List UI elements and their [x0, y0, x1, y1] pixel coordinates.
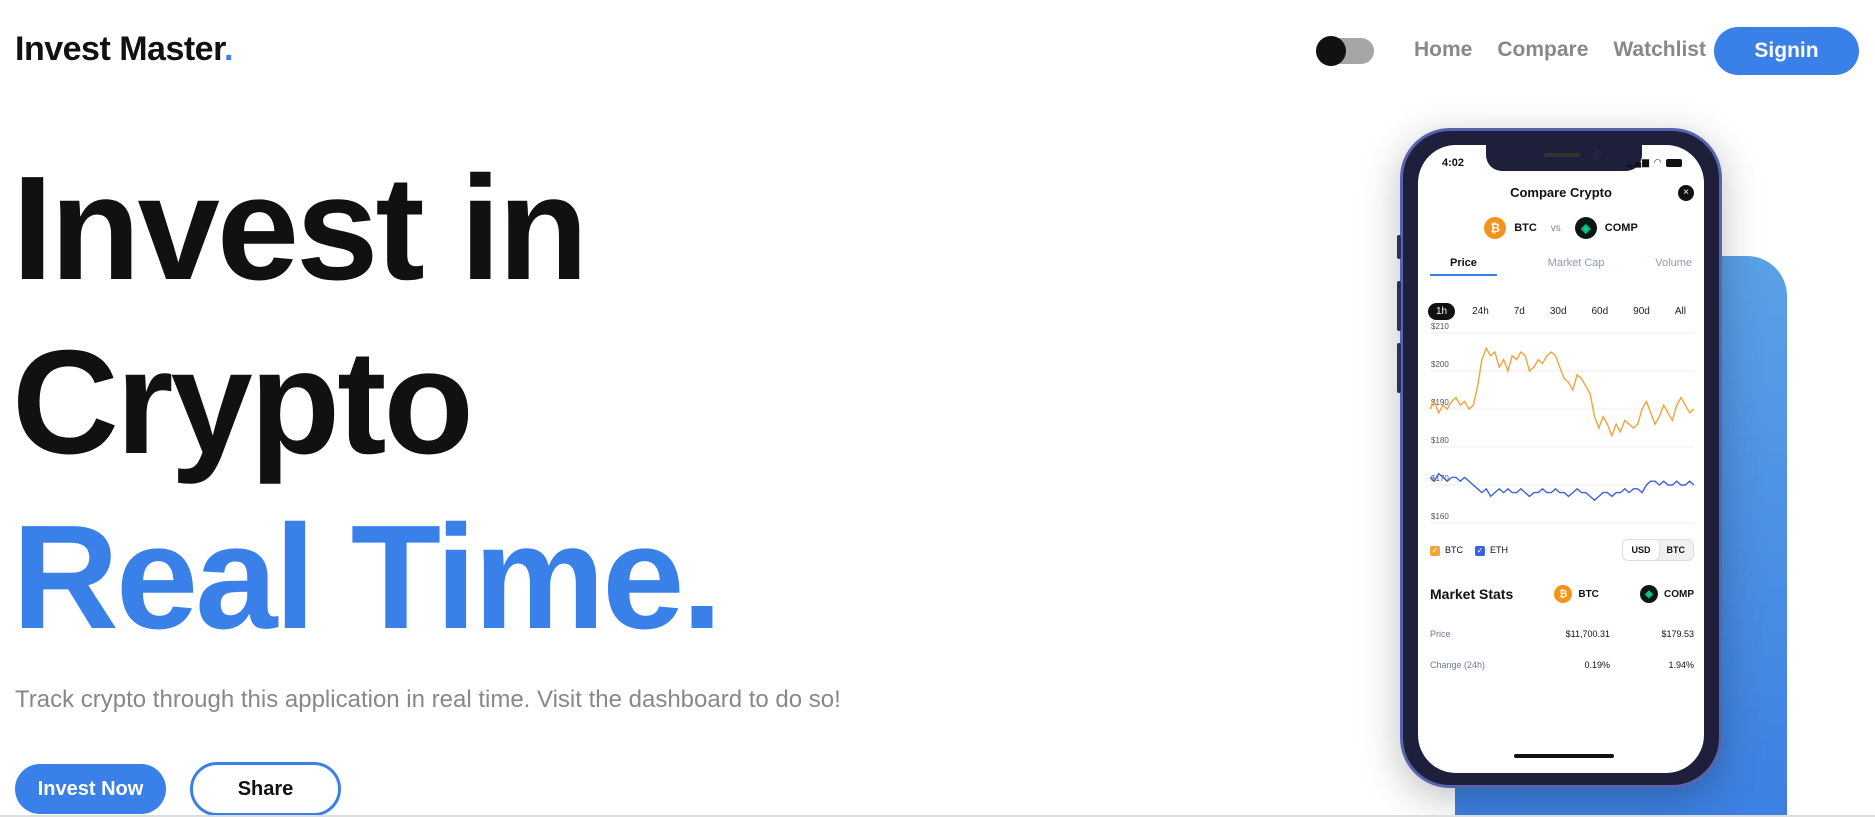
coin-compare-row: ₿ BTC vs ◈ COMP [1418, 217, 1704, 239]
price-chart: $210$200$190$180$170$160 [1429, 323, 1695, 524]
y-tick-label: $180 [1431, 436, 1449, 445]
phone-camera [1592, 150, 1602, 160]
compare-title: Compare Crypto [1510, 185, 1612, 200]
battery-icon [1666, 158, 1682, 167]
currency-usd[interactable]: USD [1623, 540, 1659, 560]
tab-volume[interactable]: Volume [1655, 257, 1692, 276]
nav-link-home[interactable]: Home [1414, 38, 1472, 62]
market-stats-title: Market Stats [1430, 586, 1514, 602]
signin-button[interactable]: Signin [1714, 27, 1859, 75]
status-icons: ▂▄▆ ◠ [1627, 157, 1682, 168]
nav-link-watchlist[interactable]: Watchlist [1613, 38, 1706, 62]
tab-market-cap[interactable]: Market Cap [1548, 257, 1605, 276]
phone-mockup: 4:02 ▂▄▆ ◠ Compare Crypto × ₿ BTC vs ◈ C… [1397, 128, 1722, 788]
phone-screen: 4:02 ▂▄▆ ◠ Compare Crypto × ₿ BTC vs ◈ C… [1418, 145, 1704, 773]
market-stats-coin-b-label: COMP [1663, 588, 1694, 600]
hero-title-line-3: Real Time. [12, 495, 723, 660]
stat-value-b: 1.94% [1668, 660, 1694, 670]
close-icon[interactable]: × [1678, 185, 1694, 201]
hero-title-line-2: Crypto [12, 320, 474, 485]
range-7d[interactable]: 7d [1506, 303, 1533, 320]
range-60d[interactable]: 60d [1584, 303, 1617, 320]
range-1h[interactable]: 1h [1428, 303, 1456, 320]
currency-toggle: USD BTC [1622, 539, 1694, 561]
vs-label: vs [1550, 222, 1561, 234]
stat-value-b: $179.53 [1661, 629, 1694, 639]
coin-a-label[interactable]: BTC [1514, 222, 1537, 234]
theme-toggle[interactable] [1316, 36, 1374, 66]
legend-eth-label: ETH [1490, 545, 1508, 555]
legend-btc-label: BTC [1445, 545, 1463, 555]
chart-tabs: Price Market Cap Volume [1430, 257, 1692, 276]
navbar: Invest Master. Home Compare Watchlist Si… [0, 0, 1875, 102]
checkbox-icon: ✓ [1475, 545, 1485, 556]
nav-links: Home Compare Watchlist [1414, 38, 1706, 62]
theme-toggle-knob [1316, 36, 1346, 66]
phone-mute-button [1397, 235, 1401, 259]
logo[interactable]: Invest Master. [15, 30, 233, 69]
range-30d[interactable]: 30d [1542, 303, 1575, 320]
range-24h[interactable]: 24h [1464, 303, 1497, 320]
stat-value-a: $11,700.31 [1565, 629, 1610, 639]
coin-b-label[interactable]: COMP [1605, 222, 1638, 234]
phone-volume-down-button [1397, 343, 1401, 393]
market-stats-coin-b: ◈ COMP [1639, 585, 1694, 603]
time-range-selector: 1h 24h 7d 30d 60d 90d All [1428, 303, 1694, 320]
checkbox-icon: ✓ [1430, 545, 1440, 556]
btc-icon: ₿ [1554, 585, 1573, 603]
wifi-icon: ◠ [1653, 157, 1663, 167]
comp-icon: ◈ [1639, 585, 1658, 603]
legend-btc[interactable]: ✓ BTC [1430, 545, 1463, 556]
stat-value-a: 0.19% [1584, 660, 1610, 670]
series-line-eth [1429, 472, 1695, 502]
invest-now-button[interactable]: Invest Now [15, 764, 166, 814]
home-indicator [1514, 754, 1614, 758]
range-all[interactable]: All [1667, 303, 1694, 320]
y-tick-label: $210 [1431, 323, 1449, 331]
market-stats-coin-a: ₿ BTC [1554, 585, 1599, 603]
currency-btc[interactable]: BTC [1659, 540, 1694, 560]
stat-label: Price [1430, 629, 1451, 639]
comp-icon: ◈ [1574, 217, 1597, 239]
nav-link-compare[interactable]: Compare [1497, 38, 1588, 62]
tab-price[interactable]: Price [1430, 257, 1497, 276]
hero-subtitle: Track crypto through this application in… [15, 686, 841, 713]
range-90d[interactable]: 90d [1625, 303, 1658, 320]
status-time: 4:02 [1442, 157, 1465, 169]
logo-dot: . [223, 30, 233, 68]
legend-eth[interactable]: ✓ ETH [1475, 545, 1508, 556]
y-tick-label: $200 [1431, 360, 1449, 369]
market-stats-header: Market Stats ₿ BTC ◈ COMP [1430, 585, 1694, 603]
phone-volume-up-button [1397, 281, 1401, 331]
chart-legend: ✓ BTC ✓ ETH [1430, 545, 1508, 556]
phone-speaker [1544, 153, 1580, 157]
hero-title-line-1: Invest in [12, 146, 588, 311]
phone-notch [1486, 145, 1642, 171]
market-stats-coin-a-label: BTC [1578, 588, 1599, 600]
y-tick-label: $160 [1431, 512, 1449, 521]
market-stats-row: Price $11,700.31 $179.53 [1430, 629, 1694, 639]
btc-icon: ₿ [1484, 217, 1507, 239]
series-line-btc [1429, 346, 1695, 438]
logo-text: Invest Master [15, 30, 224, 68]
share-button[interactable]: Share [190, 762, 341, 816]
market-stats-row: Change (24h) 0.19% 1.94% [1430, 660, 1694, 670]
stat-label: Change (24h) [1430, 660, 1486, 670]
signal-icon: ▂▄▆ [1626, 157, 1651, 167]
